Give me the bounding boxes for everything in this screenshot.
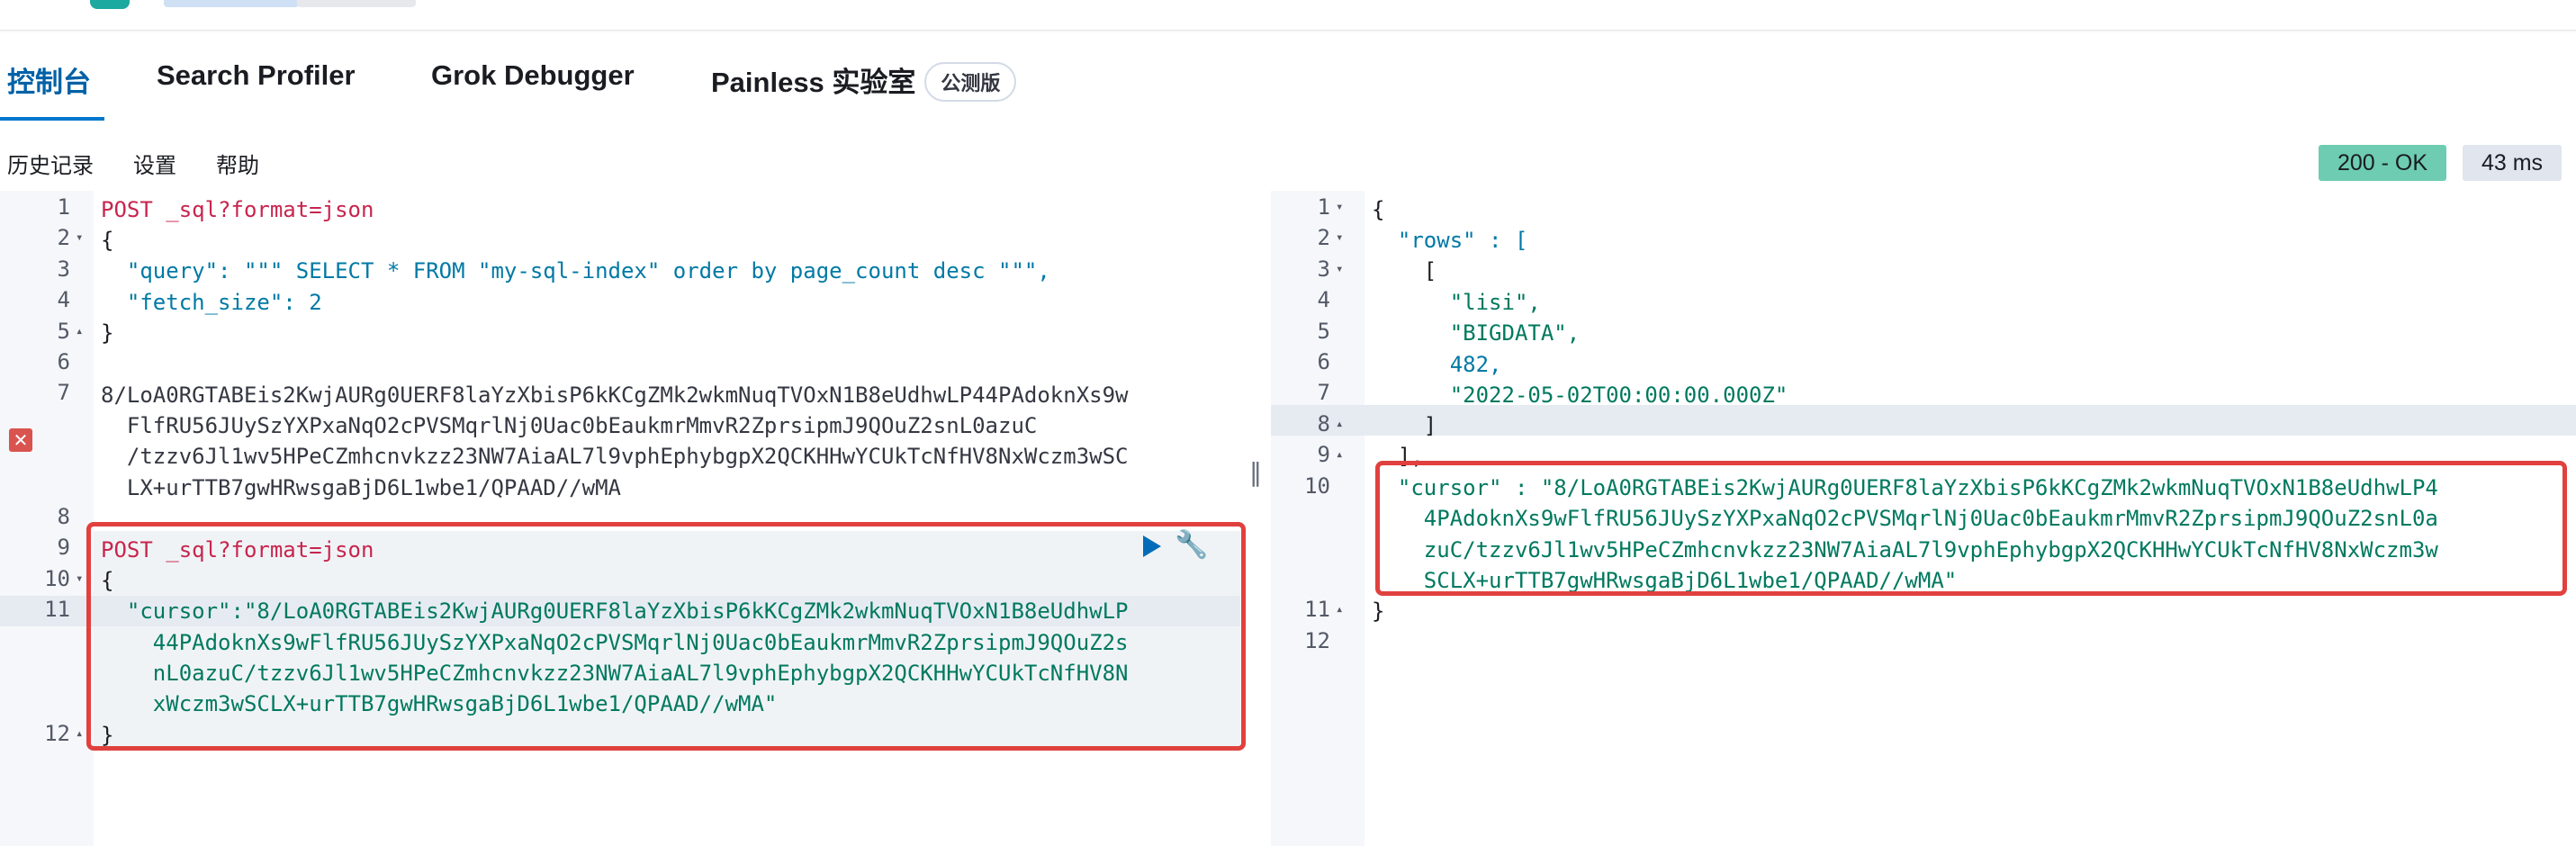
line-number: 5 xyxy=(57,318,70,344)
line-number: 10 xyxy=(1304,472,1330,499)
line-number: 1 xyxy=(1317,194,1330,220)
dev-tools-tabs: 控制台 Search Profiler Grok Debugger Painle… xyxy=(0,43,2576,121)
tab-search-profiler[interactable]: Search Profiler xyxy=(157,59,356,92)
response-line-6: 482, xyxy=(1372,352,1502,377)
response-line-7: "2022-05-02T00:00:00.000Z" xyxy=(1372,382,1788,408)
fold-toggle-icon[interactable]: ▴ xyxy=(1336,417,1343,431)
line-number: 8 xyxy=(57,504,70,529)
highlight-box-request xyxy=(86,522,1246,751)
response-line-4: "lisi", xyxy=(1372,290,1541,315)
line-number: 6 xyxy=(1317,349,1330,374)
response-line-1: { xyxy=(1372,197,1385,222)
line-number: 4 xyxy=(1317,287,1330,313)
fold-toggle-icon[interactable]: ▾ xyxy=(76,230,83,245)
history-link[interactable]: 历史记录 xyxy=(7,148,94,179)
fold-toggle-icon[interactable]: ▾ xyxy=(1336,200,1343,214)
fold-toggle-icon[interactable]: ▴ xyxy=(76,324,83,338)
line-number: 3 xyxy=(1317,256,1330,282)
breadcrumb-1[interactable] xyxy=(164,0,299,7)
tab-painless-lab[interactable]: Painless 实验室 公测版 xyxy=(711,59,1017,104)
response-line-3: [ xyxy=(1372,258,1437,284)
fold-toggle-icon[interactable]: ▴ xyxy=(1336,447,1343,462)
request-line-5: } xyxy=(101,320,114,346)
response-line-2: "rows" : [ xyxy=(1372,228,1528,253)
line-number: 5 xyxy=(1317,318,1330,344)
request-editor[interactable]: 1 2 ▾ 3 4 5 ▴ 6 7 8 9 10 ▾ 11 12 ▴ POST _sql?format=jso… xyxy=(0,191,1246,846)
app-logo[interactable] xyxy=(90,0,130,9)
line-number: 12 xyxy=(44,720,70,746)
request-line-3: "query": """ SELECT * FROM "my-sql-index… xyxy=(101,258,1050,284)
request-line-1-text: POST _sql?format=json xyxy=(101,197,374,222)
fold-toggle-icon[interactable]: ▾ xyxy=(1336,262,1343,276)
line-number: 10 xyxy=(44,565,70,591)
line-number: 3 xyxy=(57,256,70,282)
request-line-7-wrap-2: /tzzv6Jl1wv5HPeCZmhcnvkzz23NW7AiaAL7l9vp… xyxy=(101,444,1129,469)
line-number: 4 xyxy=(57,287,70,313)
line-number: 7 xyxy=(1317,380,1330,406)
fold-toggle-icon[interactable]: ▴ xyxy=(76,726,83,741)
response-line-5: "BIGDATA", xyxy=(1372,320,1581,346)
request-line-2: { xyxy=(101,228,114,253)
error-icon[interactable]: ✕ xyxy=(9,428,32,452)
active-tab-indicator xyxy=(0,117,104,121)
line-number: 11 xyxy=(44,597,70,623)
request-time-badge: 43 ms xyxy=(2463,145,2562,181)
line-number: 11 xyxy=(1304,597,1330,623)
line-number: 6 xyxy=(57,349,70,374)
response-line-11: } xyxy=(1372,598,1385,624)
line-number: 9 xyxy=(1317,442,1330,468)
top-header xyxy=(0,0,2576,31)
line-number: 2 xyxy=(1317,225,1330,251)
fold-toggle-icon[interactable]: ▾ xyxy=(1336,230,1343,245)
request-line-7: 8/LoA0RGTABEis2KwjAURg0UERF8laYzXbisP6kK… xyxy=(101,382,1129,408)
fold-toggle-icon[interactable]: ▴ xyxy=(1336,602,1343,616)
request-line-7-wrap-3: LX+urTTB7gwHRwsgaBjD6L1wbe1/QPAAD//wMA xyxy=(101,475,621,500)
line-number: 12 xyxy=(1304,627,1330,653)
line-number: 1 xyxy=(57,194,70,220)
request-line-7-wrap-1: FlfRU56JUySzYXPxaNqO2cPVSMqrlNj0Uac0bEau… xyxy=(101,413,1038,438)
fold-toggle-icon[interactable]: ▾ xyxy=(76,572,83,586)
tab-grok-debugger[interactable]: Grok Debugger xyxy=(431,59,635,92)
response-line-8: ] xyxy=(1372,413,1437,438)
line-number: 7 xyxy=(57,380,70,406)
settings-link[interactable]: 设置 xyxy=(133,148,176,179)
tab-console[interactable]: 控制台 xyxy=(7,59,91,100)
tab-painless-label: Painless 实验室 xyxy=(711,67,916,98)
line-number: 8 xyxy=(1317,410,1330,436)
breadcrumb-2[interactable] xyxy=(297,0,416,7)
pane-resizer[interactable]: ‖ xyxy=(1249,457,1262,487)
help-link[interactable]: 帮助 xyxy=(216,148,259,179)
request-line-4: "fetch_size": 2 xyxy=(101,290,322,315)
response-editor: 1 ▾ 2 ▾ 3 ▾ 4 5 6 7 8 ▴ 9 ▴ 10 11 ▴ 12 { "rows" : [ [ "li… xyxy=(1271,191,2576,846)
status-badge: 200 - OK xyxy=(2319,145,2446,181)
highlight-box-response xyxy=(1375,461,2567,596)
line-number: 2 xyxy=(57,225,70,251)
line-number: 9 xyxy=(57,535,70,561)
request-line-1: POST _sql?format=json xyxy=(101,194,374,226)
beta-badge: 公测版 xyxy=(924,61,1017,102)
